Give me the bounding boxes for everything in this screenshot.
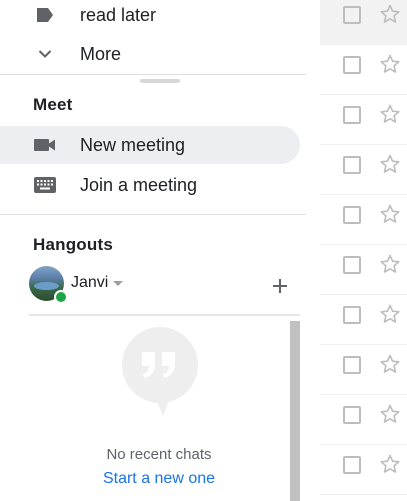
mail-row[interactable] — [320, 395, 407, 445]
hangouts-section-title: Hangouts — [33, 235, 113, 254]
mail-row[interactable] — [320, 95, 407, 145]
new-conversation-button[interactable] — [266, 272, 294, 300]
select-checkbox[interactable] — [343, 256, 361, 274]
select-checkbox[interactable] — [343, 6, 361, 24]
star-icon[interactable] — [379, 103, 401, 125]
star-icon[interactable] — [379, 203, 401, 225]
hangouts-bubble-tail — [155, 396, 171, 416]
section-resize-handle[interactable] — [140, 79, 180, 83]
join-meeting-label: Join a meeting — [80, 174, 198, 195]
caret-down-icon[interactable] — [113, 281, 123, 286]
quote-icon — [142, 352, 175, 378]
mail-row[interactable] — [320, 445, 407, 495]
left-sidebar: read later More Meet New meeting Join a … — [0, 0, 320, 501]
mail-row[interactable] — [320, 245, 407, 295]
star-icon[interactable] — [379, 403, 401, 425]
label-icon — [33, 3, 57, 27]
star-icon[interactable] — [379, 153, 401, 175]
divider — [0, 74, 306, 75]
keyboard-icon — [33, 173, 57, 197]
select-checkbox[interactable] — [343, 356, 361, 374]
sidebar-item-more[interactable]: More — [0, 35, 300, 73]
star-icon[interactable] — [379, 353, 401, 375]
new-meeting-label: New meeting — [80, 134, 186, 155]
star-icon[interactable] — [379, 253, 401, 275]
divider — [29, 314, 300, 316]
mail-row[interactable] — [320, 295, 407, 345]
select-checkbox[interactable] — [343, 56, 361, 74]
start-new-chat-link[interactable]: Start a new one — [0, 470, 318, 488]
star-icon[interactable] — [379, 453, 401, 475]
meet-section-title: Meet — [33, 95, 73, 114]
select-checkbox[interactable] — [343, 106, 361, 124]
mail-list — [320, 0, 407, 501]
select-checkbox[interactable] — [343, 306, 361, 324]
star-icon[interactable] — [379, 303, 401, 325]
new-meeting-button[interactable]: New meeting — [0, 126, 300, 164]
select-checkbox[interactable] — [343, 406, 361, 424]
star-icon[interactable] — [379, 53, 401, 75]
videocam-icon — [33, 133, 57, 157]
mail-row[interactable] — [320, 45, 407, 95]
presence-dot-icon — [54, 290, 68, 304]
chat-scrollbar[interactable] — [290, 321, 300, 501]
select-checkbox[interactable] — [343, 156, 361, 174]
avatar-image — [34, 282, 59, 290]
hangouts-user-name[interactable]: Janvi — [71, 274, 108, 292]
empty-chats-text: No recent chats — [106, 446, 212, 463]
mail-row[interactable] — [320, 345, 407, 395]
mail-row[interactable] — [320, 195, 407, 245]
sidebar-item-label: More — [80, 43, 122, 64]
divider — [0, 214, 306, 215]
chevron-down-icon — [33, 42, 57, 66]
select-checkbox[interactable] — [343, 456, 361, 474]
sidebar-item-label: read later — [80, 4, 157, 25]
mail-row[interactable] — [320, 0, 407, 45]
select-checkbox[interactable] — [343, 206, 361, 224]
mail-row[interactable] — [320, 145, 407, 195]
plus-icon — [273, 279, 287, 293]
sidebar-item-read-later[interactable]: read later — [0, 0, 300, 34]
star-icon[interactable] — [379, 3, 401, 25]
join-meeting-button[interactable]: Join a meeting — [0, 166, 300, 204]
